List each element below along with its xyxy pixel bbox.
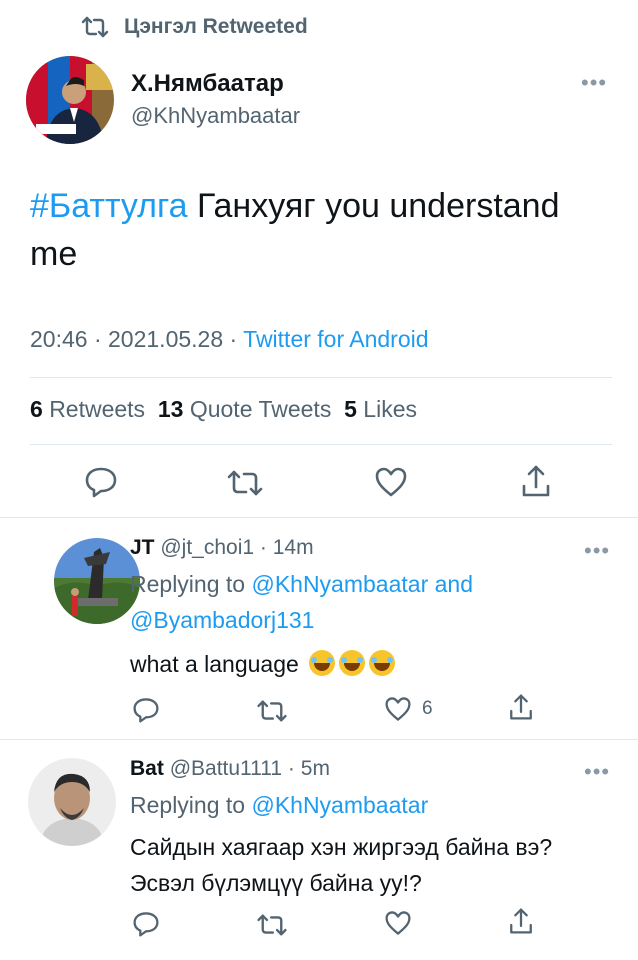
retweet-button[interactable]	[256, 700, 288, 722]
tweet-meta: 20:46 · 2021.05.28 · Twitter for Android	[30, 326, 429, 353]
reply-avatar[interactable]	[28, 758, 116, 846]
tweet-source-link[interactable]: Twitter for Android	[243, 326, 428, 352]
more-icon[interactable]: •••	[581, 72, 607, 94]
retweet-button[interactable]	[256, 914, 288, 936]
reply-author-name[interactable]: JT	[130, 536, 155, 559]
tweet-text: #Баттулга Ганхуяг you understand me	[30, 182, 615, 278]
heart-icon	[374, 466, 408, 498]
replying-label: Replying to	[130, 792, 252, 818]
reply-time[interactable]: 14m	[273, 536, 314, 559]
retweets-count: 6	[30, 396, 43, 422]
share-icon	[508, 693, 534, 721]
laughing-emoji	[369, 650, 396, 676]
tweet-time[interactable]: 20:46	[30, 326, 88, 352]
laughing-emoji	[309, 650, 336, 676]
reply-header: JT @jt_choi1 · 14m	[130, 536, 314, 560]
retweet-header[interactable]: Цэнгэл Retweeted	[80, 12, 308, 42]
more-icon[interactable]: •••	[584, 540, 610, 562]
likes-count: 5	[344, 396, 357, 422]
share-button[interactable]	[520, 464, 552, 498]
like-button[interactable]: 6	[384, 696, 433, 722]
like-button[interactable]	[374, 466, 408, 498]
like-button[interactable]	[384, 910, 412, 936]
replying-label: Replying to	[130, 571, 252, 597]
hashtag-link[interactable]: #Баттулга	[30, 187, 188, 225]
likes-stat[interactable]: 5 Likes	[344, 396, 417, 422]
mention-link[interactable]: @KhNyambaatar	[251, 571, 428, 597]
quote-tweets-stat[interactable]: 13 Quote Tweets	[158, 396, 331, 422]
reply-author-handle[interactable]: @Battu1111	[170, 757, 282, 780]
reply-icon	[132, 911, 160, 937]
divider	[0, 739, 638, 740]
meta-separator: ·	[87, 326, 109, 352]
retweet-icon	[256, 914, 288, 936]
share-icon	[508, 907, 534, 935]
reply-author-handle[interactable]: @jt_choi1	[160, 536, 254, 559]
reply-icon	[84, 466, 118, 498]
avatar[interactable]	[26, 56, 114, 144]
meta-separator: ·	[282, 757, 301, 780]
retweets-label: Retweets	[49, 396, 146, 422]
share-icon	[520, 464, 552, 498]
retweet-button[interactable]	[226, 470, 264, 496]
reply-text: Сайдын хаягаар хэн жиргээд байна вэ? Эсв…	[130, 834, 553, 896]
reply-icon	[132, 697, 160, 723]
reply-avatar[interactable]	[54, 538, 140, 624]
author-name[interactable]: Х.Нямбаатар	[131, 70, 284, 98]
meta-separator: ·	[223, 326, 244, 352]
retweet-icon	[80, 16, 110, 38]
reply-time[interactable]: 5m	[301, 757, 330, 780]
reply-header: Bat @Battu1111 · 5m	[130, 757, 330, 781]
divider	[30, 377, 612, 378]
quotes-label: Quote Tweets	[189, 396, 332, 422]
share-button[interactable]	[508, 693, 534, 721]
more-icon[interactable]: •••	[584, 761, 610, 783]
mention-link[interactable]: @Byambadorj131	[130, 607, 314, 633]
retweets-stat[interactable]: 6 Retweets	[30, 396, 145, 422]
replying-to: Replying to @KhNyambaatar	[130, 787, 600, 823]
tweet-date[interactable]: 2021.05.28	[108, 326, 223, 352]
retweet-icon	[256, 700, 288, 722]
divider	[30, 444, 612, 445]
author-handle[interactable]: @KhNyambaatar	[131, 103, 300, 129]
share-button[interactable]	[508, 907, 534, 935]
heart-icon	[384, 696, 412, 722]
reply-button[interactable]	[84, 466, 118, 498]
replying-to: Replying to @KhNyambaatar and @Byambador…	[130, 566, 600, 638]
replying-and: and	[428, 571, 473, 597]
reply-button[interactable]	[132, 697, 160, 723]
quotes-count: 13	[157, 396, 184, 422]
divider	[0, 517, 638, 518]
likes-label: Likes	[363, 396, 417, 422]
reply-body: what a language	[130, 651, 299, 677]
retweet-icon	[226, 470, 264, 496]
retweet-header-label: Цэнгэл Retweeted	[124, 15, 308, 38]
tweet-stats: 6 Retweets 13 Quote Tweets 5 Likes	[30, 396, 417, 423]
mention-link[interactable]: @KhNyambaatar	[251, 792, 428, 818]
laughing-emoji	[339, 650, 366, 676]
reply-button[interactable]	[132, 911, 160, 937]
reply-author-name[interactable]: Bat	[130, 757, 164, 780]
reply-text: what a language	[130, 646, 396, 682]
meta-separator: ·	[254, 536, 273, 559]
like-count: 6	[422, 698, 433, 719]
heart-icon	[384, 910, 412, 936]
